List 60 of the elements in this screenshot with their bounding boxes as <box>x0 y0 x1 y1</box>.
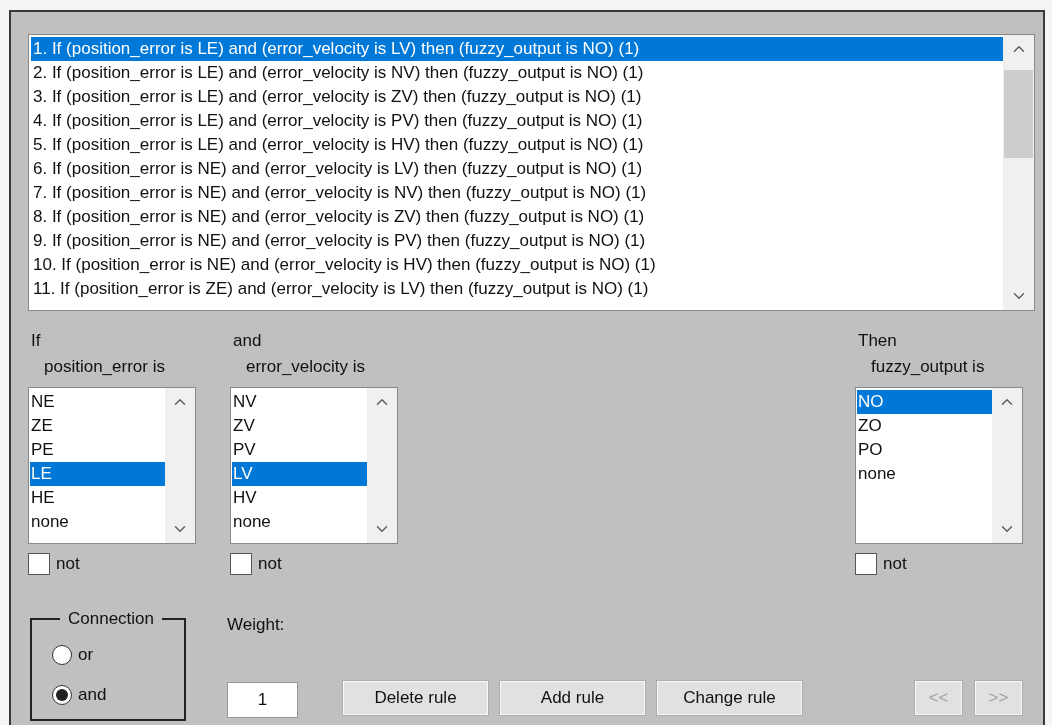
rule-item[interactable]: 2. If (position_error is LE) and (error_velocity is NV) then (fuzzy_output is NO) (1) <box>31 61 1003 85</box>
rule-item[interactable]: 8. If (position_error is NE) and (error_velocity is ZV) then (fuzzy_output is NO) (1) <box>31 205 1003 229</box>
not-label: not <box>56 554 80 574</box>
not-checkbox[interactable] <box>230 553 252 575</box>
radio-option[interactable]: or <box>52 635 184 675</box>
radio-label: or <box>78 645 94 665</box>
not-label: not <box>883 554 907 574</box>
not-label: not <box>258 554 282 574</box>
rule-list[interactable] <box>28 34 1035 311</box>
not-checkbox[interactable] <box>28 553 50 575</box>
list-option[interactable]: PE <box>30 438 165 462</box>
list-option[interactable]: PV <box>232 438 367 462</box>
list-option[interactable]: LV <box>232 462 367 486</box>
column-label: Then <box>857 330 898 352</box>
list-option[interactable]: LE <box>30 462 165 486</box>
list-option[interactable]: ZO <box>857 414 992 438</box>
list-option[interactable]: none <box>30 510 165 534</box>
rule-item[interactable]: 6. If (position_error is NE) and (error_velocity is LV) then (fuzzy_output is NO) (1) <box>31 157 1003 181</box>
scroll-thumb[interactable] <box>1004 70 1033 158</box>
list-option[interactable]: NE <box>30 390 165 414</box>
rule-button[interactable]: Delete rule <box>342 680 489 716</box>
radio-button[interactable] <box>52 645 72 665</box>
rule-button[interactable]: Change rule <box>656 680 803 716</box>
not-checkbox[interactable] <box>855 553 877 575</box>
list-option[interactable]: NV <box>232 390 367 414</box>
variable-label: error_velocity is <box>245 356 367 378</box>
list-option[interactable]: HV <box>232 486 367 510</box>
rule-item[interactable]: 10. If (position_error is NE) and (error_velocity is HV) then (fuzzy_output is NO) (1) <box>31 253 1003 277</box>
rule-item[interactable]: 1. If (position_error is LE) and (error_velocity is LV) then (fuzzy_output is NO) (1) <box>31 37 1003 61</box>
scrollbar[interactable] <box>367 388 397 543</box>
scrollbar[interactable] <box>992 388 1022 543</box>
list-box[interactable]: NO ZO PO none <box>855 387 1023 544</box>
rule-item[interactable]: 5. If (position_error is LE) and (error_velocity is HV) then (fuzzy_output is NO) (1) <box>31 133 1003 157</box>
variable-label: fuzzy_output is <box>870 356 986 378</box>
rule-button[interactable]: Add rule <box>499 680 646 716</box>
list-option[interactable]: none <box>232 510 367 534</box>
list-option[interactable]: HE <box>30 486 165 510</box>
scrollbar[interactable] <box>1003 35 1034 310</box>
variable-label: position_error is <box>43 356 166 378</box>
group-title: Connection <box>67 609 155 629</box>
rule-item[interactable]: 9. If (position_error is NE) and (error_velocity is PV) then (fuzzy_output is NO) (1) <box>31 229 1003 253</box>
column-label: If <box>30 330 42 352</box>
list-option[interactable]: ZV <box>232 414 367 438</box>
list-option[interactable]: none <box>857 462 992 486</box>
radio-option[interactable]: and <box>52 675 184 715</box>
rule-item[interactable]: 11. If (position_error is ZE) and (error_velocity is LV) then (fuzzy_output is NO) (1) <box>31 277 1003 301</box>
list-box[interactable]: NV ZV PV LV HV none <box>230 387 398 544</box>
list-option[interactable]: NO <box>857 390 992 414</box>
column-label: and <box>232 330 263 352</box>
list-box[interactable]: NE ZE PE LE HE none <box>28 387 196 544</box>
radio-button[interactable] <box>52 685 72 705</box>
rule-item[interactable]: 3. If (position_error is LE) and (error_velocity is ZV) then (fuzzy_output is NO) (1) <box>31 85 1003 109</box>
rule-item[interactable]: 7. If (position_error is NE) and (error_velocity is NV) then (fuzzy_output is NO) (1) <box>31 181 1003 205</box>
rule-item[interactable]: 4. If (position_error is LE) and (error_velocity is PV) then (fuzzy_output is NO) (1) <box>31 109 1003 133</box>
radio-label: and <box>78 685 107 705</box>
weight-label: Weight: <box>227 614 286 636</box>
weight-field[interactable]: 1 <box>227 682 298 718</box>
scrollbar[interactable] <box>165 388 195 543</box>
list-option[interactable]: ZE <box>30 414 165 438</box>
list-option[interactable]: PO <box>857 438 992 462</box>
